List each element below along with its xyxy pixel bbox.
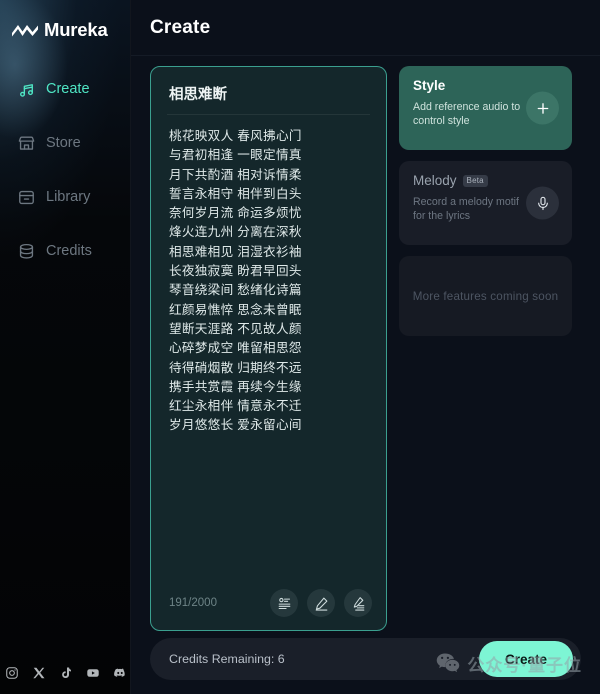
lyrics-text[interactable]: 桃花映双人 春风拂心门 与君初相逢 一眼定情真 月下共酌酒 相对诉情柔 誓言永相守 相… [151, 115, 386, 576]
lyric-line: 琴音绕梁间 愁绪化诗篇 [169, 283, 302, 298]
lyric-line: 月下共酌酒 相对诉情柔 [169, 167, 302, 182]
lyric-line: 烽火连九州 分离在深秋 [169, 225, 302, 240]
tiktok-icon[interactable] [59, 666, 73, 680]
sidebar-item-library[interactable]: Library [0, 176, 130, 218]
lyric-line: 携手共赏霞 再续今生缘 [169, 379, 302, 394]
lyric-line: 桃花映双人 春风拂心门 [169, 129, 302, 143]
rewrite-lyrics-button[interactable] [344, 589, 372, 617]
sidebar-item-label-store: Store [46, 135, 81, 151]
archive-box-icon [19, 190, 34, 204]
style-card-title: Style [413, 78, 446, 93]
lyric-line: 岁月悠悠长 爱永留心间 [169, 418, 302, 433]
lyric-line: 红颜易憔悴 思念未曾眠 [169, 302, 302, 317]
melody-title-text: Melody [413, 173, 457, 188]
character-counter: 191/2000 [169, 597, 217, 609]
pencil-lines-icon [353, 596, 364, 611]
sidebar-item-label-create: Create [46, 81, 90, 97]
storefront-icon [18, 135, 35, 150]
create-button[interactable]: Create [478, 641, 573, 677]
lyric-line: 望断天涯路 不见故人颜 [169, 321, 302, 336]
social-links [0, 666, 130, 680]
main-area: Create 相思难断 桃花映双人 春风拂心门 与君初相逢 一眼定情真 月下共酌酒 … [131, 0, 600, 694]
sidebar-item-store[interactable]: Store [0, 122, 130, 164]
sidebar-item-label-library: Library [46, 189, 91, 205]
lyrics-template-button[interactable] [270, 589, 298, 617]
x-twitter-icon[interactable] [32, 666, 46, 680]
lyric-line: 奈何岁月流 命运多烦忧 [169, 206, 302, 221]
music-note-icon [20, 83, 33, 97]
discord-icon[interactable] [113, 666, 127, 680]
record-melody-button[interactable] [526, 186, 559, 220]
sidebar: Mureka Create Store Library Credits [0, 0, 131, 694]
content-area: 相思难断 桃花映双人 春风拂心门 与君初相逢 一眼定情真 月下共酌酒 相对诉情柔 誓言… [131, 56, 600, 631]
lyrics-editor-card[interactable]: 相思难断 桃花映双人 春风拂心门 与君初相逢 一眼定情真 月下共酌酒 相对诉情柔 誓言… [150, 66, 387, 631]
database-coins-icon [19, 243, 34, 259]
plus-icon [537, 102, 548, 114]
page-title: Create [150, 16, 211, 38]
lyric-line: 红尘永相伴 情意永不迁 [169, 399, 302, 414]
instagram-icon[interactable] [5, 666, 19, 680]
bottom-bar: Credits Remaining: 6 Create [150, 638, 581, 680]
lyrics-title[interactable]: 相思难断 [151, 67, 386, 114]
style-card-subtitle: Add reference audio to control style [413, 101, 521, 127]
melody-card-title: Melody Beta [413, 173, 558, 188]
app-root: Mureka Create Store Library Credits Crea… [0, 0, 600, 694]
pencil-icon [315, 597, 327, 611]
lyric-line: 相思难相见 泪湿衣衫袖 [169, 244, 302, 259]
sidebar-item-create[interactable]: Create [0, 68, 130, 110]
feature-panels: Style Add reference audio to control sty… [399, 66, 572, 631]
style-card[interactable]: Style Add reference audio to control sty… [399, 66, 572, 150]
lyric-line: 长夜独寂寞 盼君早回头 [169, 264, 302, 279]
lyric-line: 待得硝烟散 归期终不远 [169, 360, 302, 375]
credits-remaining-label: Credits Remaining: 6 [169, 652, 285, 666]
lyric-sheet-icon [278, 597, 290, 609]
lyric-line: 誓言永相守 相伴到白头 [169, 186, 302, 201]
lyric-line: 与君初相逢 一眼定情真 [169, 148, 302, 163]
lyrics-footer: 191/2000 [151, 576, 386, 630]
melody-card-subtitle: Record a melody motif for the lyrics [413, 196, 519, 222]
coming-soon-card: More features coming soon [399, 256, 572, 336]
sidebar-item-label-credits: Credits [46, 243, 92, 259]
edit-lyrics-button[interactable] [307, 589, 335, 617]
sidebar-nav: Create Store Library Credits [0, 68, 130, 272]
top-bar: Create [131, 0, 600, 56]
sidebar-item-credits[interactable]: Credits [0, 230, 130, 272]
beta-badge: Beta [462, 174, 488, 187]
add-reference-audio-button[interactable] [526, 91, 559, 125]
microphone-icon [537, 196, 548, 210]
coming-soon-text: More features coming soon [412, 289, 559, 303]
lyric-line: 心碎梦成空 唯留相思怨 [169, 341, 302, 356]
logo-text: Mureka [44, 19, 108, 40]
lyrics-tool-buttons [270, 589, 372, 617]
app-logo[interactable]: Mureka [0, 0, 130, 46]
wave-logo-icon [12, 25, 38, 37]
melody-card[interactable]: Melody Beta Record a melody motif for th… [399, 161, 572, 245]
youtube-icon[interactable] [86, 666, 100, 680]
